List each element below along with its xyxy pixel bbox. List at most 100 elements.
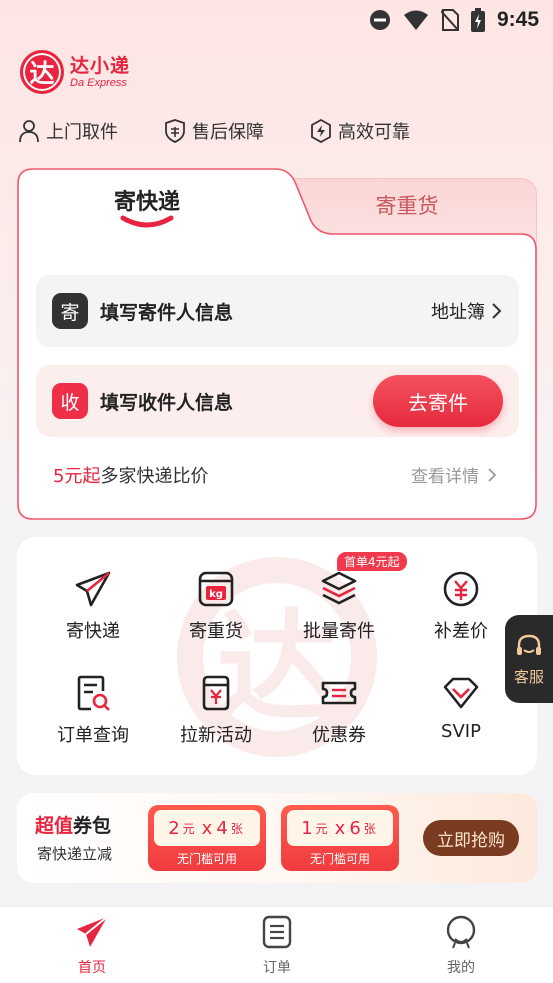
service-referral-activity[interactable]: 拉新活动 (156, 673, 276, 747)
ticket-count: 6 (349, 817, 361, 839)
yen-circle-icon (443, 571, 479, 607)
service-order-query[interactable]: 订单查询 (33, 673, 153, 747)
nav-profile[interactable]: 我的 (421, 915, 501, 977)
status-time: 9:45 (496, 8, 539, 31)
service-label: 补差价 (434, 621, 488, 642)
service-label: 寄重货 (189, 621, 243, 642)
nav-orders[interactable]: 订单 (237, 915, 317, 977)
profile-icon (446, 915, 476, 949)
service-send-express[interactable]: 寄快递 (33, 569, 153, 643)
services-grid: 达 寄快递 kg 寄重货 批量寄件 首单4元起 补差价 订单查询 拉新活动 优惠… (17, 537, 537, 775)
shield-icon (165, 119, 185, 143)
order-search-icon (77, 675, 110, 711)
compare-text: 多家快递比价 (100, 466, 209, 487)
address-book-label: 地址簿 (431, 302, 485, 323)
feature-label: 上门取件 (46, 122, 118, 143)
stack-icon (321, 571, 357, 605)
ticket-times: x (334, 817, 346, 839)
nav-label: 订单 (263, 960, 291, 976)
sender-badge: 寄 (52, 293, 88, 329)
buy-now-button[interactable]: 立即抢购 (423, 820, 519, 856)
coupon-subtitle: 寄快递立减 (37, 845, 113, 863)
kg-weight-icon: kg (198, 571, 234, 607)
status-bar: 9:45 (0, 0, 553, 40)
price-compare: 5元起多家快递比价 (53, 462, 208, 488)
ticket-amount: 1 (301, 817, 313, 839)
paper-plane-icon (77, 916, 108, 947)
ticket-amount: 2 (168, 817, 180, 839)
svg-text:kg: kg (209, 589, 223, 600)
feature-pickup: 上门取件 (18, 118, 118, 144)
ticket-count: 4 (216, 817, 228, 839)
coupon-icon (321, 681, 357, 705)
service-label: 批量寄件 (303, 621, 375, 642)
ticket-footer: 无门槛可用 (176, 852, 237, 866)
lightning-icon (311, 119, 331, 143)
order-list-icon (262, 915, 292, 949)
feature-label: 高效可靠 (338, 122, 410, 143)
logo-name-cn: 达小递 (70, 55, 131, 77)
smile-underline-icon (120, 215, 174, 228)
feature-list: 上门取件 售后保障 高效可靠 (18, 118, 456, 144)
battery-icon (470, 8, 485, 32)
service-label: 订单查询 (57, 725, 129, 746)
wifi-icon (403, 10, 428, 30)
logo-mark: 达 (20, 50, 64, 94)
service-label: 优惠券 (312, 725, 366, 746)
coupon-ticket: 1 元 x 6 张 无门槛可用 (281, 805, 399, 871)
service-svip[interactable]: SVIP (401, 673, 521, 742)
service-price-difference[interactable]: 补差价 (401, 569, 521, 643)
ticket-times: x (201, 817, 213, 839)
first-order-tag: 首单4元起 (337, 552, 407, 571)
paper-plane-icon (75, 571, 111, 607)
customer-service-label: 客服 (513, 667, 544, 686)
ticket-unit: 张 (230, 821, 243, 836)
sender-title: 填写寄件人信息 (100, 301, 234, 324)
feature-efficient: 高效可靠 (310, 118, 410, 144)
nav-label: 首页 (78, 960, 106, 976)
headset-icon (517, 634, 541, 655)
feature-after-sale: 售后保障 (164, 118, 264, 144)
gift-jar-icon (202, 675, 230, 711)
receiver-badge: 收 (52, 383, 88, 419)
coupon-title-dark: 券包 (73, 815, 112, 837)
go-send-button[interactable]: 去寄件 (373, 375, 503, 427)
service-send-heavy[interactable]: kg 寄重货 (156, 569, 276, 643)
chevron-right-icon (488, 467, 497, 482)
service-label: SVIP (441, 721, 481, 742)
sender-info-row[interactable]: 寄 填写寄件人信息 地址簿 (36, 275, 519, 347)
service-label: 寄快递 (66, 621, 120, 642)
ticket-footer: 无门槛可用 (309, 852, 370, 866)
tab-send-express[interactable]: 寄快递 (17, 184, 277, 216)
customer-service-button[interactable]: 客服 (505, 615, 553, 703)
coupon-title: 超值券包 (35, 811, 111, 838)
chevron-right-icon (492, 303, 502, 319)
nav-label: 我的 (447, 960, 475, 976)
no-sim-icon (440, 9, 459, 31)
service-batch-send[interactable]: 批量寄件 (279, 569, 399, 643)
view-details-label: 查看详情 (411, 467, 479, 487)
address-book-link[interactable]: 地址簿 (431, 298, 503, 324)
logo-name-en: Da Express (70, 77, 127, 89)
compare-price: 5元起 (53, 466, 101, 487)
bottom-nav: 首页 订单 我的 (0, 906, 553, 983)
diamond-icon (443, 677, 479, 709)
nav-home[interactable]: 首页 (52, 915, 132, 977)
send-card: 寄快递 寄重货 寄 填写寄件人信息 地址簿 收 填写收件人信息 去寄件 5元起多… (17, 168, 537, 520)
coupon-ticket: 2 元 x 4 张 无门槛可用 (148, 805, 266, 871)
view-details-link[interactable]: 查看详情 (411, 462, 497, 487)
feature-label: 售后保障 (192, 122, 264, 143)
receiver-title: 填写收件人信息 (100, 391, 234, 414)
coupon-title-red: 超值 (35, 815, 74, 837)
status-icons: 9:45 (369, 6, 539, 34)
tab-send-heavy[interactable]: 寄重货 (297, 190, 517, 220)
service-coupons[interactable]: 优惠券 (279, 673, 399, 747)
ticket-unit: 元 (182, 821, 195, 836)
do-not-disturb-icon (369, 10, 390, 30)
person-icon (19, 120, 39, 143)
receiver-info-row[interactable]: 收 填写收件人信息 去寄件 (36, 365, 519, 437)
app-logo: 达 达小递 Da Express (20, 50, 130, 94)
coupon-banner[interactable]: 超值券包 寄快递立减 2 元 x 4 张 无门槛可用 1 元 x 6 张 无门槛… (17, 793, 537, 883)
ticket-unit: 元 (315, 821, 328, 836)
ticket-unit: 张 (363, 821, 376, 836)
